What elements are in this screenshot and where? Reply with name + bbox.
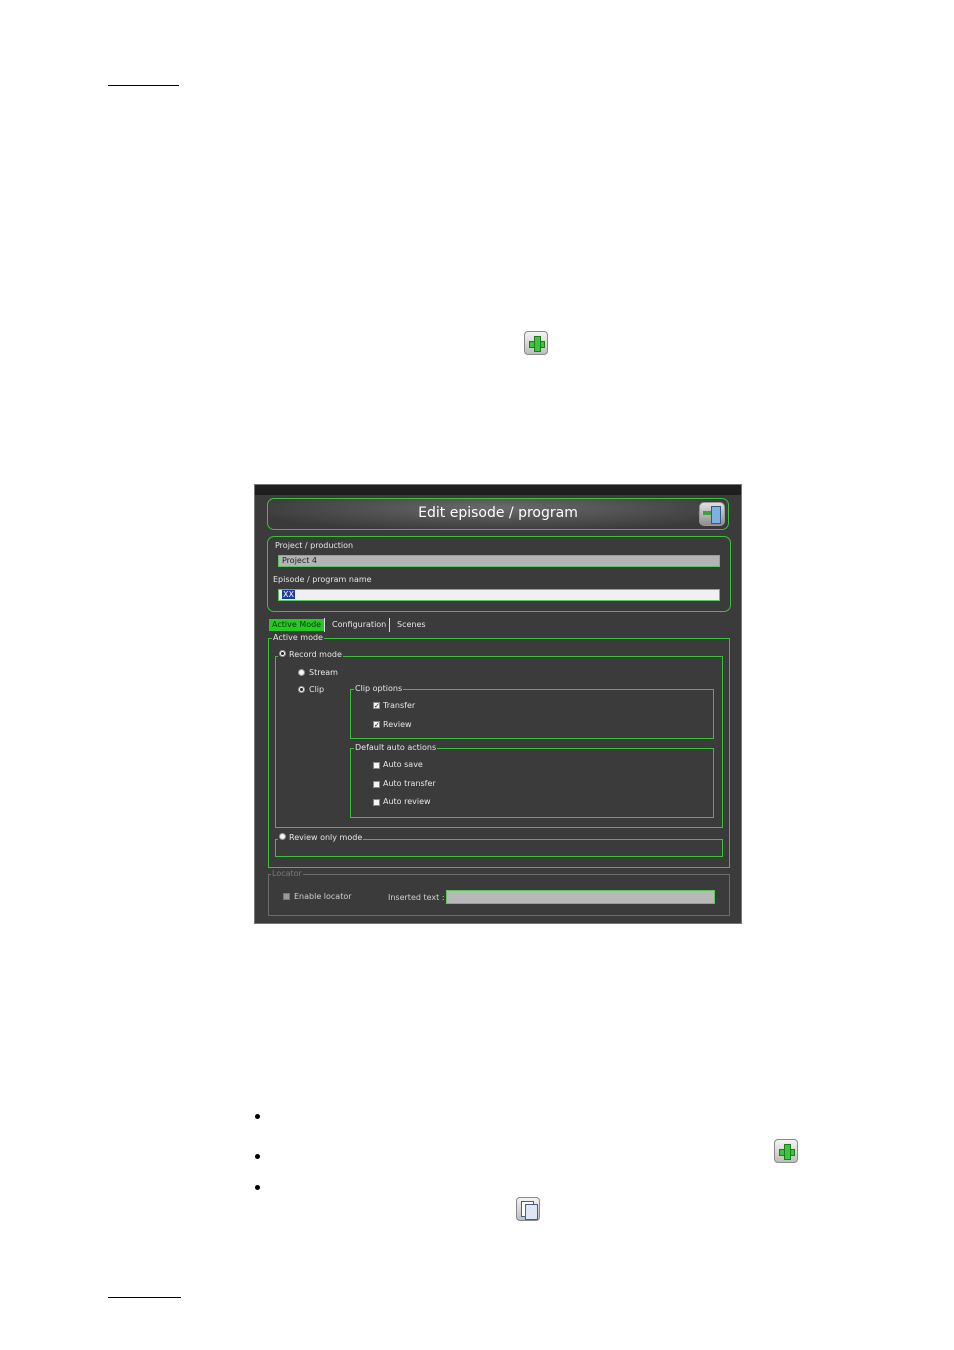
project-field: Project 4 xyxy=(278,555,720,567)
transfer-checkbox[interactable]: ✓ xyxy=(373,702,380,710)
episode-name-input[interactable]: XX xyxy=(278,589,720,601)
exit-icon xyxy=(711,506,721,524)
review-only-mode-legend[interactable]: Review only mode xyxy=(278,833,364,843)
clip-radio[interactable] xyxy=(298,686,305,693)
auto-save-checkbox[interactable] xyxy=(373,762,380,769)
locator-legend: Locator xyxy=(271,869,303,879)
edit-episode-dialog: Edit episode / program Project / product… xyxy=(254,484,742,924)
auto-transfer-label: Auto transfer xyxy=(383,779,436,788)
episode-name-value: XX xyxy=(282,590,295,599)
bullet-2 xyxy=(255,1154,260,1159)
auto-review-checkbox[interactable] xyxy=(373,799,380,806)
project-panel: Project / production Project 4 Episode /… xyxy=(267,536,731,612)
stream-label: Stream xyxy=(309,668,338,677)
record-mode-radio[interactable] xyxy=(279,650,286,657)
plus-icon xyxy=(774,1139,798,1163)
project-label: Project / production xyxy=(275,541,354,550)
inserted-text-input[interactable] xyxy=(446,890,715,904)
bullet-3 xyxy=(255,1185,260,1190)
default-auto-actions-legend: Default auto actions xyxy=(354,743,438,753)
enable-locator-checkbox[interactable] xyxy=(283,893,290,900)
active-mode-legend: Active mode xyxy=(272,633,324,643)
tab-scenes[interactable]: Scenes xyxy=(397,619,426,631)
plus-icon xyxy=(524,331,548,355)
review-label: Review xyxy=(383,720,412,729)
inserted-text-label: Inserted text : xyxy=(388,893,445,902)
enable-locator-label: Enable locator xyxy=(294,892,352,901)
episode-label: Episode / program name xyxy=(273,575,372,584)
auto-transfer-checkbox[interactable] xyxy=(373,781,380,788)
tab-active-mode[interactable]: Active Mode xyxy=(269,619,325,631)
auto-save-label: Auto save xyxy=(383,760,423,769)
review-only-mode-radio[interactable] xyxy=(279,833,286,840)
dialog-title-bar: Edit episode / program xyxy=(267,498,729,530)
clip-options-legend: Clip options xyxy=(354,684,404,694)
dialog-title: Edit episode / program xyxy=(418,505,578,521)
tab-configuration[interactable]: Configuration xyxy=(332,619,386,631)
transfer-label: Transfer xyxy=(383,701,416,710)
clip-label: Clip xyxy=(309,685,325,694)
bullet-1 xyxy=(255,1114,260,1119)
footer-rule xyxy=(108,1297,181,1298)
record-mode-legend[interactable]: Record mode xyxy=(278,650,343,660)
exit-button[interactable] xyxy=(699,502,725,526)
copy-icon xyxy=(516,1197,540,1221)
header-rule xyxy=(108,85,179,86)
review-checkbox[interactable]: ✓ xyxy=(373,721,380,729)
window-top-strip xyxy=(255,485,741,495)
stream-radio[interactable] xyxy=(298,669,305,676)
auto-review-label: Auto review xyxy=(383,797,431,806)
clip-options-group xyxy=(350,689,714,739)
